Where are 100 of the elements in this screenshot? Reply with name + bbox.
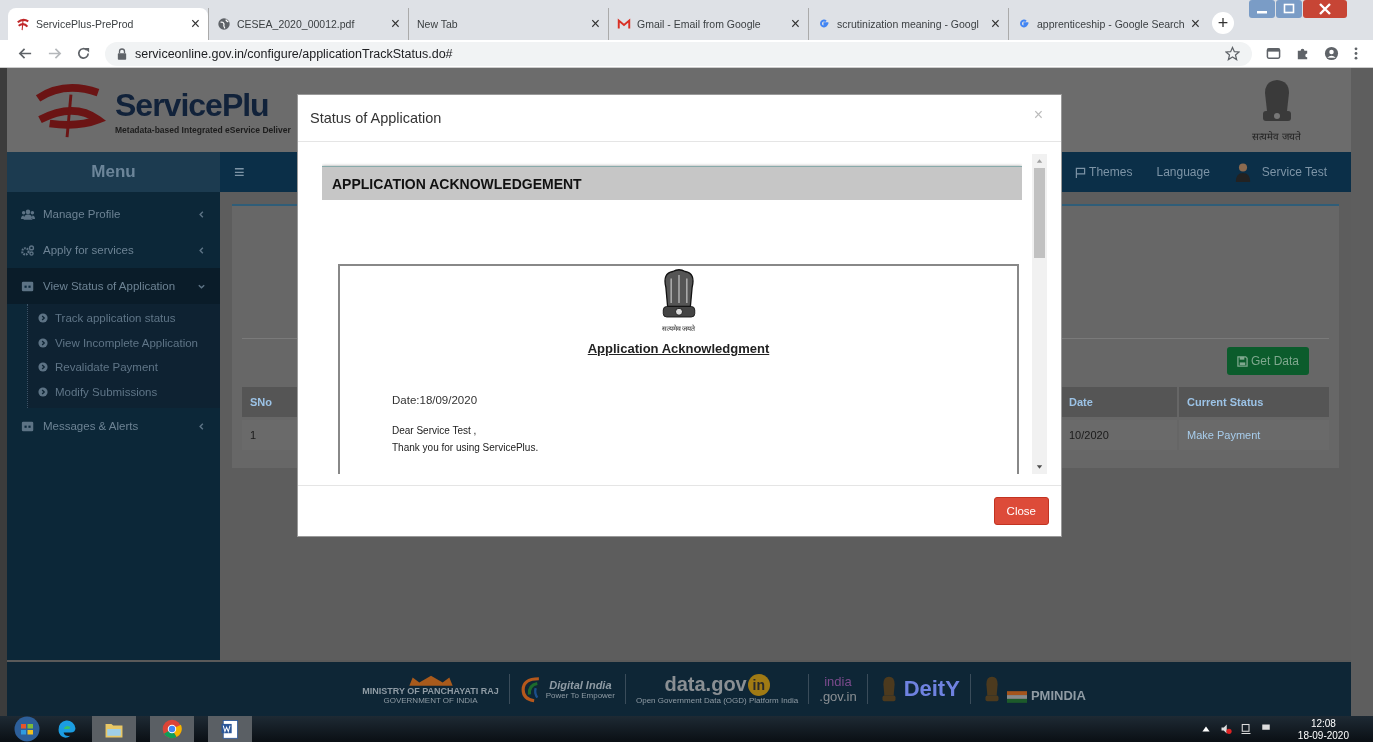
column-header: Current Status <box>1186 396 1265 408</box>
sidebar-item[interactable]: View Status of Application <box>7 268 220 304</box>
scroll-down-icon[interactable] <box>1035 463 1044 471</box>
tab-title: Gmail - Email from Google <box>637 18 762 30</box>
gears-icon <box>21 244 35 256</box>
card-icon <box>21 420 35 432</box>
letter-line: Dear Service Test , <box>392 424 477 438</box>
taskbar-button[interactable] <box>150 716 194 742</box>
dialog-title: Status of Application <box>310 110 442 126</box>
sidebar-subitem[interactable]: View Incomplete Application <box>28 330 220 355</box>
tab-title: scrutinization meaning - Googl <box>837 18 980 30</box>
tab-title: CESEA_2020_00012.pdf <box>237 18 356 30</box>
menu-icon[interactable] <box>1353 46 1359 61</box>
address-field[interactable]: serviceonline.gov.in/configure/applicationTrackStatus.do# <box>105 41 1252 66</box>
status-link[interactable]: Make Payment <box>1179 429 1329 441</box>
menu-toggle-button[interactable]: ≡ <box>230 161 249 183</box>
profile-icon[interactable] <box>1324 46 1339 61</box>
mail-icon <box>617 17 631 31</box>
browser-tab[interactable]: apprenticeship - Google Search × <box>1008 8 1208 40</box>
logo-tagline: Metadata-based Integrated eService Deliver <box>115 125 291 135</box>
logo-badge: in <box>747 673 770 696</box>
logo-title: data.gov <box>664 673 747 696</box>
panel-header: APPLICATION ACKNOWLEDGEMENT <box>322 166 1022 200</box>
tab-title: ServicePlus-PreProd <box>36 18 135 30</box>
reload-icon[interactable] <box>76 46 91 61</box>
star-icon[interactable] <box>1225 46 1240 61</box>
edge-browser-icon[interactable] <box>56 718 78 740</box>
card-icon <box>21 280 35 292</box>
logo-title: DeitY <box>903 676 960 702</box>
close-icon[interactable]: × <box>390 15 400 33</box>
column-header: SNo <box>249 396 273 408</box>
chevron-left-icon <box>197 245 206 255</box>
letter-line: Thank you for using ServicePlus. <box>392 441 539 455</box>
logo-subtitle: GOVERNMENT OF INDIA <box>383 695 478 705</box>
logo-title: MINISTRY OF PANCHAYATI RAJ <box>362 685 499 696</box>
browser-tab[interactable]: ServicePlus-PreProd × <box>8 8 208 40</box>
user-name-link[interactable]: Service Test <box>1261 165 1327 179</box>
logo-subtitle: Open Government Data (OGD) Platform India <box>636 696 799 705</box>
sidebar-item[interactable]: Messages & Alerts <box>7 408 220 444</box>
logo-wordmark: ServicePlu <box>115 86 270 125</box>
logo-subtitle: Power To Empower <box>545 690 615 700</box>
close-button[interactable]: Close <box>993 497 1049 525</box>
user-avatar-icon <box>1233 162 1252 182</box>
users-icon <box>21 208 35 220</box>
scroll-thumb[interactable] <box>1034 168 1045 258</box>
document-title: Application Acknowledgment <box>587 341 770 356</box>
circle-arrow-icon <box>38 362 48 373</box>
chevron-left-icon <box>197 421 206 431</box>
nav-link[interactable]: Language <box>1156 165 1210 179</box>
close-icon[interactable]: × <box>990 15 1000 33</box>
logo-title: Digital India <box>549 678 612 691</box>
puzzle-icon[interactable] <box>1295 46 1310 61</box>
date-text: Date:18/09/2020 <box>392 394 478 406</box>
get-data-button[interactable]: Get Data <box>1226 347 1309 375</box>
browser-tab[interactable]: scrutinization meaning - Googl × <box>808 8 1008 40</box>
browser-tab[interactable]: CESEA_2020_00012.pdf × <box>208 8 408 40</box>
chevron-left-icon <box>197 209 206 219</box>
table-cell-text: 1 <box>249 429 258 441</box>
start-button-icon[interactable] <box>12 716 42 742</box>
tab-title: apprenticeship - Google Search <box>1037 18 1185 30</box>
new-tab-button[interactable]: + <box>1212 12 1234 34</box>
logo-subtitle: .gov.in <box>819 689 857 704</box>
speaker-muted-icon[interactable] <box>1219 723 1232 735</box>
circle-arrow-icon <box>38 337 48 348</box>
logo-icon <box>16 17 30 31</box>
save-icon <box>1236 355 1248 367</box>
maximize-icon[interactable] <box>1276 0 1302 18</box>
browser-tab[interactable]: Gmail - Email from Google × <box>608 8 808 40</box>
taskbar-button[interactable] <box>92 716 136 742</box>
lock-icon <box>117 47 127 60</box>
sidebar-subitem[interactable]: Revalidate Payment <box>28 355 220 380</box>
media-icon[interactable] <box>1266 46 1281 61</box>
swirl-icon <box>519 675 542 703</box>
circle-arrow-icon <box>38 386 48 397</box>
clock[interactable]: 12:08 18-09-2020 <box>1297 716 1349 742</box>
sidebar-subitem[interactable]: Track application status <box>28 306 220 331</box>
sidebar-item[interactable]: Apply for services <box>7 232 220 268</box>
logo-title: india <box>824 674 852 689</box>
back-arrow-icon[interactable] <box>18 46 33 61</box>
network-icon[interactable] <box>1239 723 1252 735</box>
minimize-icon[interactable] <box>1249 0 1275 18</box>
sidebar-subitem[interactable]: Modify Submissions <box>28 379 220 404</box>
close-icon[interactable]: × <box>190 15 200 33</box>
close-icon[interactable]: × <box>790 15 800 33</box>
emblem-motto: सत्यमेव जयते <box>1252 130 1301 143</box>
chrome-icon <box>161 718 183 740</box>
nav-link[interactable]: Themes <box>1075 165 1133 179</box>
close-icon[interactable]: × <box>1190 15 1200 33</box>
circle-arrow-icon <box>38 313 48 324</box>
browser-tab[interactable]: New Tab × <box>408 8 608 40</box>
sidebar-item[interactable]: Manage Profile <box>7 196 220 232</box>
logo-title: PMINDIA <box>1030 688 1086 703</box>
scrollbar[interactable] <box>1032 154 1047 474</box>
taskbar-button[interactable] <box>208 716 252 742</box>
close-icon[interactable]: × <box>590 15 600 33</box>
document-icon <box>219 718 241 740</box>
menu-title: Menu <box>7 152 220 192</box>
page-scrollbar[interactable] <box>1351 68 1373 716</box>
globe-icon <box>217 17 231 31</box>
close-window-icon[interactable] <box>1303 0 1347 18</box>
